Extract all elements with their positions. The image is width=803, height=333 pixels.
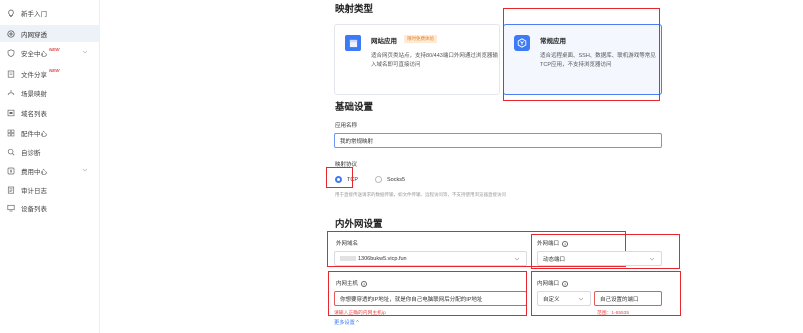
- chevron-down-icon: [649, 256, 655, 262]
- general-app-card[interactable]: 常规应用 适合远程桌面、SSH、数据库、联机游戏等常见TCP应用，不支持浏览器访…: [503, 24, 662, 95]
- sidebar-item-3[interactable]: 文件分享 NEW: [0, 65, 100, 82]
- sidebar-item-label: 审计日志: [21, 187, 47, 195]
- mapping-type-title: 映射类型: [335, 4, 374, 15]
- chevron-down-icon: [514, 256, 520, 262]
- web-app-icon: [345, 35, 361, 51]
- sidebar-item-label: 文件分享: [21, 71, 47, 79]
- sidebar-item-5[interactable]: 域名列表: [0, 104, 100, 121]
- sidebar-item-label: 域名列表: [21, 110, 47, 118]
- int-port-placeholder: 自己设置的端口: [600, 296, 639, 303]
- sidebar-item-10[interactable]: 设备列表: [0, 199, 100, 216]
- masked-prefix: [340, 256, 356, 261]
- protocol-label: 映射协议: [335, 162, 358, 168]
- int-host-label: 内网主机?: [336, 280, 368, 287]
- help-icon[interactable]: ?: [562, 240, 569, 247]
- app-name-value: 我的常规映射: [340, 138, 374, 145]
- sidebar-item-8[interactable]: 费用中心: [0, 162, 100, 179]
- sidebar-item-label: 自诊断: [21, 149, 41, 157]
- int-port-mode-select[interactable]: 自定义: [537, 291, 591, 306]
- sidebar-item-1[interactable]: 内网穿透: [0, 25, 100, 42]
- radio-tcp-label: TCP: [347, 176, 358, 183]
- sidebar-item-0[interactable]: 新手入门: [0, 4, 100, 21]
- scene-icon: [6, 88, 15, 97]
- ext-domain-label: 外网域名: [336, 241, 359, 247]
- web-app-card[interactable]: 网站应用 限时免费体验 适合网页类站点，支持80/443端口外网通过浏览器输入域…: [334, 24, 500, 95]
- chevron-down-icon: [578, 296, 584, 302]
- ext-port-value: 动态端口: [543, 256, 566, 263]
- yuan-icon: [6, 166, 15, 175]
- sidebar-item-label: 场景映射: [21, 90, 47, 98]
- ext-domain-select[interactable]: 1306bukw5.vicp.fun: [334, 251, 527, 266]
- protocol-hint: 用于直接传送请求的数据传输，如文件传输、远程访问等，不支持使用浏览器直接访问: [335, 192, 506, 197]
- chevron-down-icon[interactable]: [82, 49, 88, 55]
- app-name-input[interactable]: 我的常规映射: [334, 133, 662, 148]
- shield-icon: [6, 48, 15, 57]
- sidebar-item-label: 设备列表: [21, 205, 47, 213]
- free-trial-badge: 限时免费体验: [404, 35, 437, 43]
- radio-socks5-dot: [375, 176, 382, 183]
- lightbulb-icon: [6, 8, 15, 17]
- sidebar-item-2[interactable]: 安全中心 NEW: [0, 44, 100, 61]
- int-port-mode-value: 自定义: [543, 296, 560, 303]
- int-host-placeholder: 你想要穿透的IP地址，就是你自己电脑联网后分配的IP地址: [340, 296, 483, 303]
- radio-socks5[interactable]: Socks5: [375, 176, 405, 183]
- ext-port-select[interactable]: 动态端口: [537, 251, 662, 266]
- radio-socks5-label: Socks5: [387, 176, 406, 183]
- general-app-desc: 适合远程桌面、SSH、数据库、联机游戏等常见TCP应用，不支持浏览器访问: [540, 53, 656, 68]
- sidebar-item-label: 费用中心: [21, 168, 47, 176]
- int-host-error: 请输入正确的内网主机ip: [334, 311, 386, 316]
- more-settings-link[interactable]: 更多设置 ^: [334, 319, 359, 326]
- sidebar-item-7[interactable]: 自诊断: [0, 143, 100, 160]
- app-name-label: 应用名称: [335, 123, 358, 129]
- int-host-input[interactable]: 你想要穿透的IP地址，就是你自己电脑联网后分配的IP地址: [334, 291, 527, 306]
- ext-domain-value: 1306bukw5.vicp.fun: [358, 255, 407, 262]
- chevron-down-icon[interactable]: [82, 167, 88, 173]
- sidebar-item-label: 新手入门: [21, 10, 47, 18]
- main-content: 映射类型 网站应用 限时免费体验 适合网页类站点，支持80/443端口外网通过浏…: [100, 0, 803, 333]
- int-port-input[interactable]: 自己设置的端口: [594, 291, 662, 306]
- help-icon[interactable]: ?: [361, 280, 368, 287]
- int-port-label: 内网端口?: [537, 280, 569, 287]
- web-app-desc: 适合网页类站点，支持80/443端口外网通过浏览器输入域名即可直接访问: [371, 53, 498, 68]
- general-app-title: 常规应用: [540, 38, 566, 45]
- device-icon: [6, 203, 15, 212]
- sidebar-item-4[interactable]: 场景映射: [0, 84, 100, 101]
- file-icon: [6, 69, 15, 78]
- web-app-title: 网站应用: [371, 38, 397, 45]
- sidebar-item-label: 安全中心: [21, 50, 47, 58]
- ext-port-label: 外网端口?: [537, 240, 569, 247]
- log-icon: [6, 185, 15, 194]
- grid-icon: [6, 128, 15, 137]
- new-badge: NEW: [49, 68, 60, 73]
- help-icon[interactable]: ?: [562, 280, 569, 287]
- basic-settings-title: 基础设置: [335, 102, 374, 113]
- sidebar-item-9[interactable]: 审计日志: [0, 181, 100, 198]
- new-badge: NEW: [49, 47, 60, 52]
- sidebar-item-label: 内网穿透: [21, 31, 47, 39]
- radio-tcp-dot: [335, 176, 342, 183]
- domain-icon: [6, 108, 15, 117]
- network-icon: [6, 29, 15, 38]
- sidebar-item-6[interactable]: 配件中心: [0, 124, 100, 141]
- diagnose-icon: [6, 147, 15, 156]
- radio-tcp[interactable]: TCP: [335, 176, 358, 183]
- network-settings-title: 内外网设置: [335, 219, 383, 230]
- general-app-icon: [514, 35, 530, 51]
- sidebar-item-label: 配件中心: [21, 130, 47, 138]
- sidebar: 新手入门 内网穿透 安全中心 NEW 文件分享 NEW 场景映射 域名列表 配件中心 自诊断 费用中…: [0, 0, 100, 333]
- int-port-range: 范围：1-65535: [597, 311, 629, 316]
